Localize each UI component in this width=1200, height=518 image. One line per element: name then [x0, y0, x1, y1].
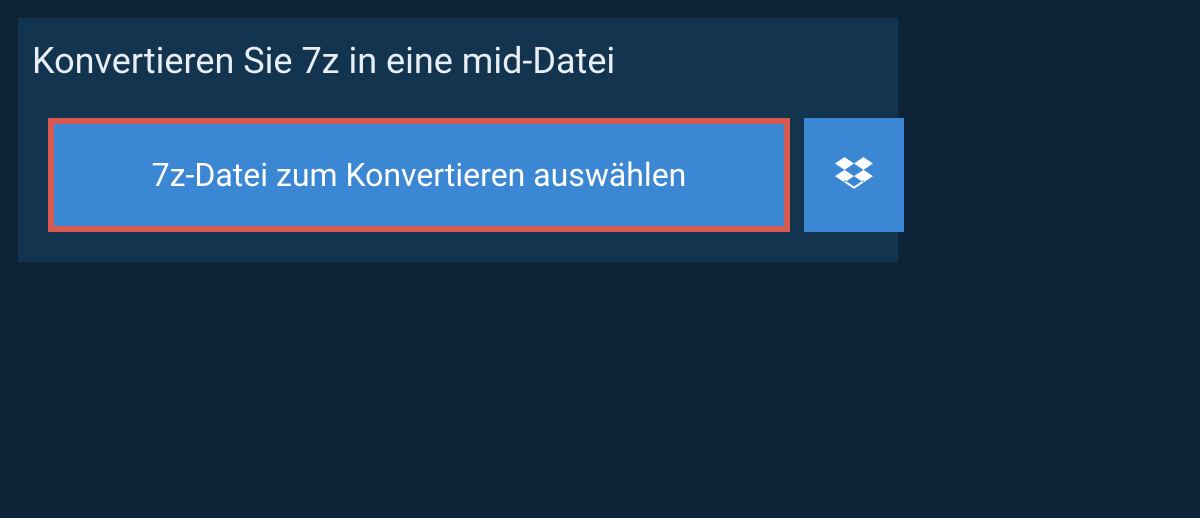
page-title: Konvertieren Sie 7z in eine mid-Datei — [32, 40, 615, 82]
dropbox-button[interactable] — [804, 118, 904, 232]
dropbox-icon — [835, 154, 873, 196]
select-file-button[interactable]: 7z-Datei zum Konvertieren auswählen — [48, 118, 790, 232]
button-row: 7z-Datei zum Konvertieren auswählen — [18, 104, 898, 262]
converter-panel: Konvertieren Sie 7z in eine mid-Datei 7z… — [18, 18, 898, 262]
heading-container: Konvertieren Sie 7z in eine mid-Datei — [18, 18, 651, 104]
select-file-button-label: 7z-Datei zum Konvertieren auswählen — [152, 156, 687, 194]
